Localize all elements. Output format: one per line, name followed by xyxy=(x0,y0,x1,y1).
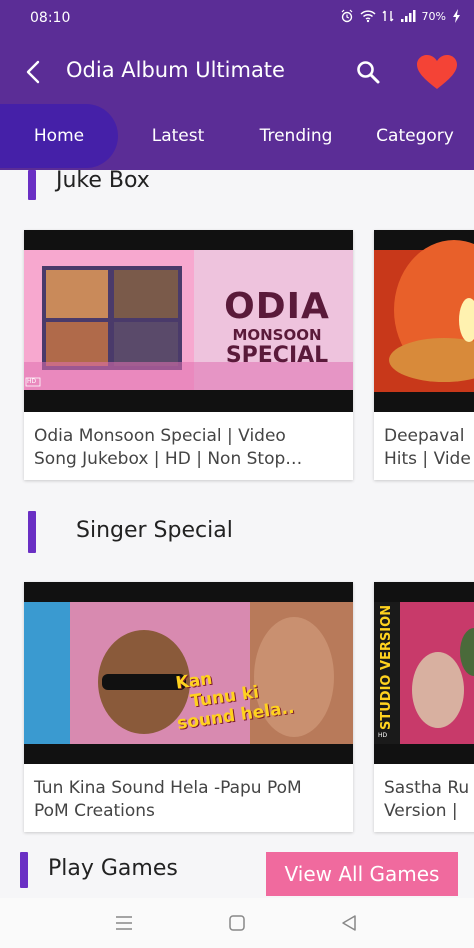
home-icon[interactable] xyxy=(228,914,246,932)
video-caption: Deepaval Hits | Vide xyxy=(384,425,471,471)
caption-line: Version | xyxy=(384,801,458,821)
system-nav-bar xyxy=(0,898,474,948)
thumbnail-word: MONSOON xyxy=(232,326,322,344)
battery-percent: 70% xyxy=(421,9,446,23)
tab-latest[interactable]: Latest xyxy=(124,126,232,146)
battery-charging-icon xyxy=(453,9,460,23)
section-accent-bar xyxy=(28,170,36,200)
hd-badge: HD xyxy=(27,378,37,385)
recent-apps-icon[interactable] xyxy=(115,915,133,931)
caption-line: Song Jukebox | HD | Non Stop… xyxy=(34,449,303,469)
thumbnail-title: ODIA MONSOON SPECIAL xyxy=(202,288,352,368)
alarm-icon xyxy=(341,9,352,23)
video-thumbnail: ODIA MONSOON SPECIAL HD xyxy=(24,230,353,412)
video-card[interactable]: Deepaval Hits | Vide xyxy=(374,230,474,480)
video-caption: Odia Monsoon Special | Video Song Jukebo… xyxy=(34,425,302,471)
video-card[interactable]: ODIA MONSOON SPECIAL HD Odia Monsoon Spe… xyxy=(24,230,353,480)
app-screen: 08:10 70% Odia Album Ultimate Home Lates… xyxy=(0,0,474,948)
video-thumbnail: STUDIO VERSION HD xyxy=(374,582,474,764)
video-thumbnail: Kan Tunu ki sound hela.. xyxy=(24,582,353,764)
caption-line: Deepaval xyxy=(384,426,465,446)
status-bar: 08:10 70% xyxy=(0,0,474,38)
video-card[interactable]: Kan Tunu ki sound hela.. Tun Kina Sound … xyxy=(24,582,353,832)
thumbnail-word: STUDIO VERSION xyxy=(379,604,394,730)
status-icons: 70% xyxy=(340,9,462,23)
tab-trending[interactable]: Trending xyxy=(240,126,352,146)
video-thumbnail xyxy=(374,230,474,412)
video-caption: Tun Kina Sound Hela -Papu PoM PoM Creati… xyxy=(34,777,302,823)
back-arrow-icon[interactable] xyxy=(20,58,48,86)
back-icon[interactable] xyxy=(340,914,358,932)
data-icon xyxy=(382,10,394,22)
thumbnail-word: SPECIAL xyxy=(225,343,329,368)
section-title-play-games: Play Games xyxy=(48,856,178,881)
app-title: Odia Album Ultimate xyxy=(66,58,285,82)
thumbnail-title: STUDIO VERSION xyxy=(376,604,398,730)
status-time: 08:10 xyxy=(30,10,71,26)
app-bar: Odia Album Ultimate xyxy=(0,38,474,106)
section-title-juke-box: Juke Box xyxy=(56,168,150,193)
tab-bar: Home Latest Trending Category xyxy=(0,104,474,170)
caption-line: Tun Kina Sound Hela -Papu PoM xyxy=(34,778,302,798)
caption-line: Odia Monsoon Special | Video xyxy=(34,426,286,446)
thumbnail-word: ODIA xyxy=(224,286,330,327)
search-icon[interactable] xyxy=(354,58,382,86)
section-accent-bar xyxy=(20,852,28,888)
caption-line: Hits | Vide xyxy=(384,449,471,469)
section-title-singer-special: Singer Special xyxy=(76,518,233,543)
view-all-games-button[interactable]: View All Games xyxy=(266,852,458,896)
tab-category[interactable]: Category xyxy=(358,126,472,146)
tab-home[interactable]: Home xyxy=(0,126,118,146)
caption-line: PoM Creations xyxy=(34,801,155,821)
heart-icon[interactable] xyxy=(416,54,458,90)
video-caption: Sastha Ru Version | xyxy=(384,777,469,823)
wifi-icon xyxy=(360,10,376,23)
hd-badge: HD xyxy=(378,732,388,739)
signal-icon xyxy=(400,10,416,22)
video-card[interactable]: STUDIO VERSION HD Sastha Ru Version | xyxy=(374,582,474,832)
caption-line: Sastha Ru xyxy=(384,778,470,798)
section-accent-bar xyxy=(28,511,36,553)
thumbnail-image xyxy=(374,230,474,412)
